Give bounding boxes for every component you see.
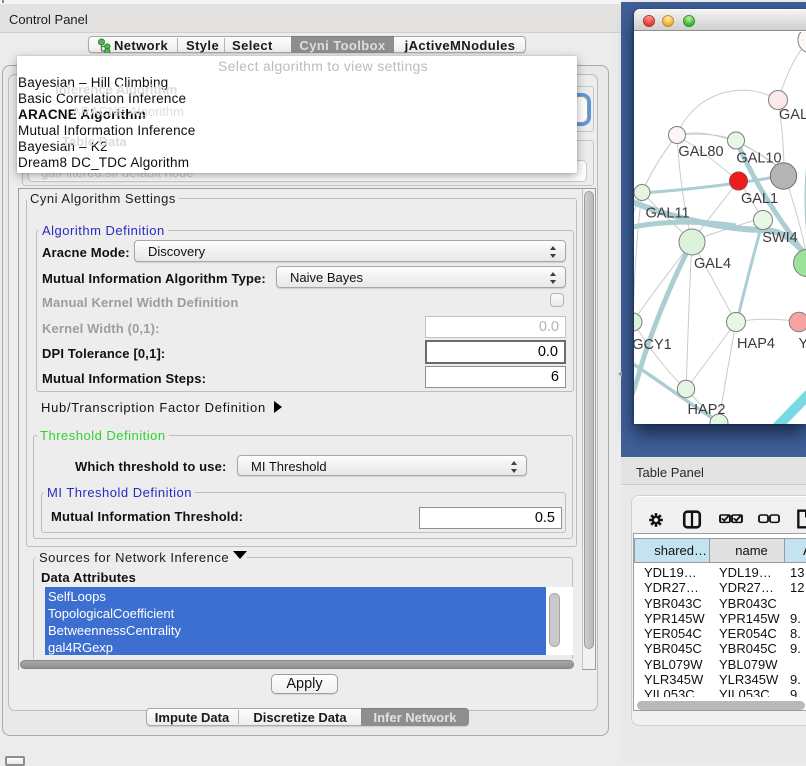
svg-text:SWI4: SWI4 (762, 230, 797, 246)
svg-text:GAL80: GAL80 (678, 144, 723, 160)
svg-text:GAL4: GAL4 (694, 256, 731, 272)
svg-text:GAL7: GAL7 (779, 107, 806, 123)
svg-text:GAL10: GAL10 (736, 151, 781, 167)
svg-text:GAL11: GAL11 (645, 206, 689, 222)
svg-text:GAL1: GAL1 (741, 191, 778, 207)
svg-text:GCY1: GCY1 (634, 337, 672, 353)
svg-text:Y: Y (799, 336, 806, 352)
svg-text:HAP4: HAP4 (737, 336, 775, 352)
svg-text:HAP2: HAP2 (688, 402, 726, 418)
